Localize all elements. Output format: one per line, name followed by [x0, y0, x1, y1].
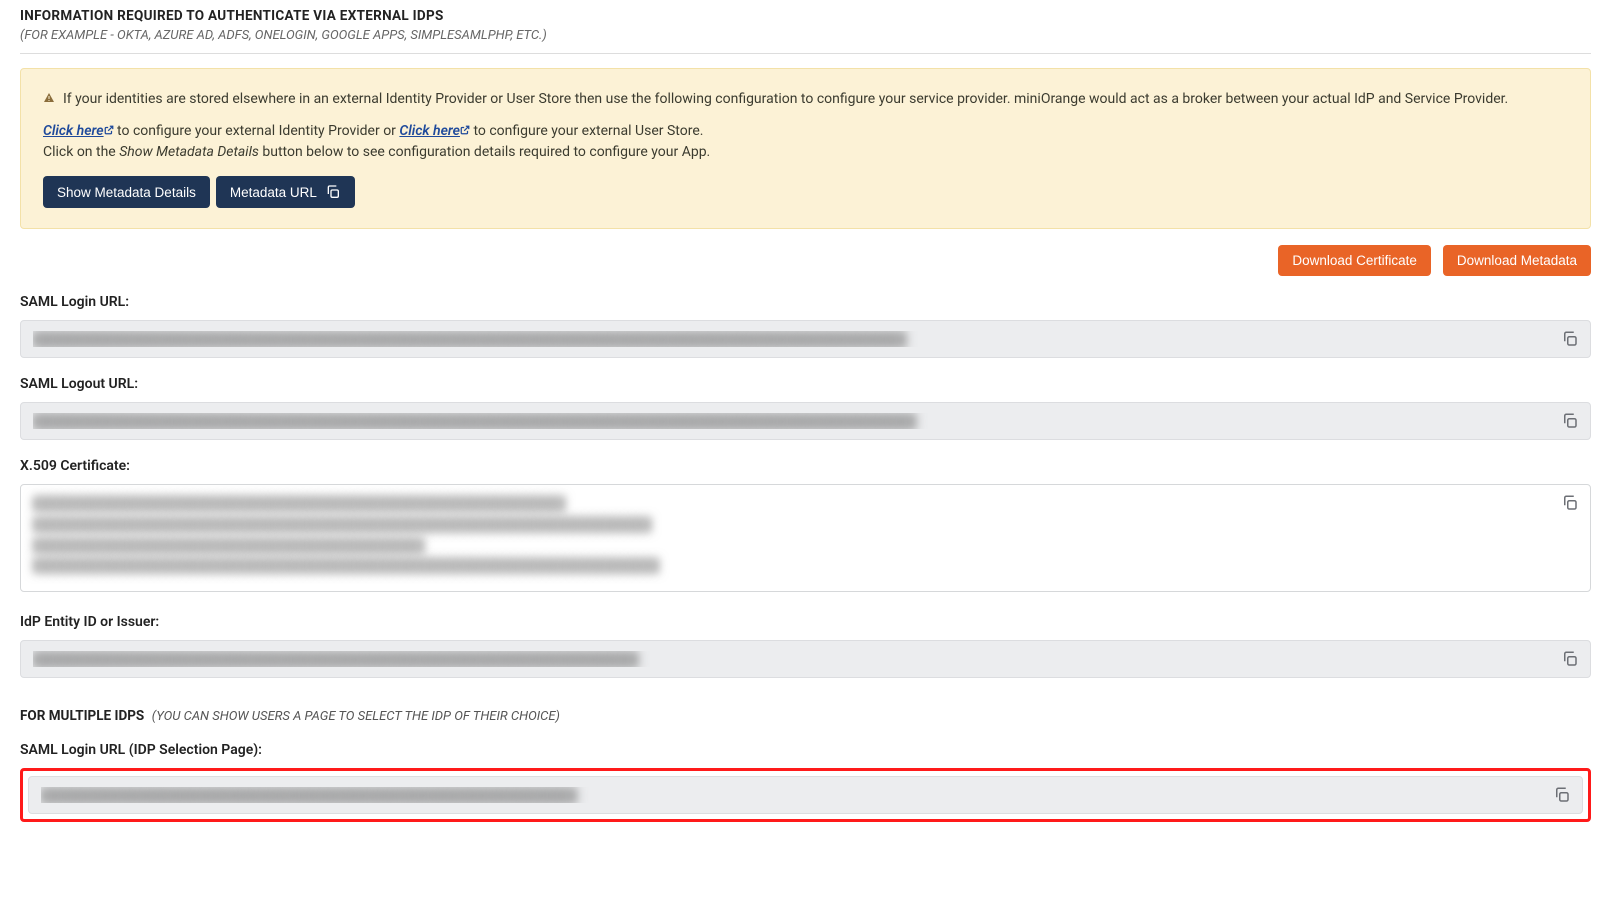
copy-icon [1561, 650, 1579, 668]
saml-login-url-label: SAML Login URL: [20, 294, 1591, 310]
link-text: Click here [43, 123, 104, 139]
copy-x509-button[interactable] [1557, 490, 1583, 516]
saml-login-selection-input[interactable] [28, 776, 1583, 814]
section-title: INFORMATION REQUIRED TO AUTHENTICATE VIA… [20, 8, 1591, 24]
alert-text: Click on the [43, 144, 119, 160]
copy-icon [1553, 786, 1571, 804]
configure-userstore-link[interactable]: Click here [399, 123, 470, 139]
idp-entity-id-label: IdP Entity ID or Issuer: [20, 614, 1591, 630]
copy-idp-entity-button[interactable] [1557, 646, 1583, 672]
alert-text: button below to see configuration detail… [259, 144, 710, 160]
warning-icon [43, 91, 55, 121]
saml-login-url-input[interactable] [20, 320, 1591, 358]
link-text: Click here [399, 123, 460, 139]
external-link-icon [104, 125, 114, 135]
info-alert: If your identities are stored elsewhere … [20, 68, 1591, 229]
saml-logout-url-label: SAML Logout URL: [20, 376, 1591, 392]
configure-idp-link[interactable]: Click here [43, 123, 114, 139]
highlighted-field [20, 768, 1591, 822]
external-link-icon [460, 125, 470, 135]
alert-text: to configure your external User Store. [470, 123, 703, 139]
copy-icon [1561, 330, 1579, 348]
show-metadata-details-button[interactable]: Show Metadata Details [43, 176, 210, 208]
copy-saml-login-selection-button[interactable] [1549, 782, 1575, 808]
multiple-idps-header: FOR MULTIPLE IDPS (YOU CAN SHOW USERS A … [20, 708, 1591, 724]
copy-icon [325, 184, 341, 200]
multiple-idps-title: FOR MULTIPLE IDPS [20, 708, 144, 724]
idp-entity-id-input[interactable] [20, 640, 1591, 678]
alert-emphasis: Show Metadata Details [119, 144, 259, 160]
copy-saml-logout-button[interactable] [1557, 408, 1583, 434]
x509-certificate-textarea[interactable]: ████████████████████████████████████████… [20, 484, 1591, 592]
saml-logout-url-input[interactable] [20, 402, 1591, 440]
alert-intro-text: If your identities are stored elsewhere … [63, 89, 1508, 111]
saml-login-selection-label: SAML Login URL (IDP Selection Page): [20, 742, 1591, 758]
copy-saml-login-button[interactable] [1557, 326, 1583, 352]
alert-config-line: Click here to configure your external Id… [43, 121, 1568, 164]
copy-icon [1561, 412, 1579, 430]
download-certificate-button[interactable]: Download Certificate [1278, 245, 1431, 276]
multiple-idps-subtitle: (YOU CAN SHOW USERS A PAGE TO SELECT THE… [152, 709, 560, 724]
copy-icon [1561, 494, 1579, 512]
x509-certificate-label: X.509 Certificate: [20, 458, 1591, 474]
button-label: Metadata URL [230, 185, 317, 200]
download-metadata-button[interactable]: Download Metadata [1443, 245, 1591, 276]
alert-text: to configure your external Identity Prov… [114, 123, 400, 139]
divider [20, 53, 1591, 54]
section-subtitle: (FOR EXAMPLE - OKTA, AZURE AD, ADFS, ONE… [20, 28, 1591, 43]
metadata-url-button[interactable]: Metadata URL [216, 176, 355, 208]
